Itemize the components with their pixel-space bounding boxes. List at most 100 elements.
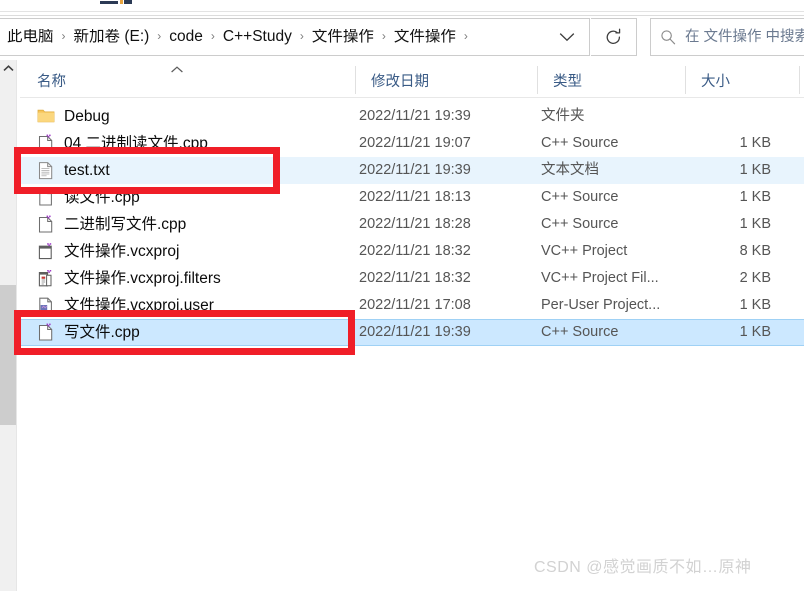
breadcrumb-separator-icon[interactable]: › bbox=[458, 30, 474, 42]
table-row[interactable]: 04 二进制读文件.cpp 2022/11/21 19:07 C++ Sourc… bbox=[20, 130, 804, 157]
maximize-accent-icon[interactable] bbox=[120, 0, 123, 4]
cpp-source-icon bbox=[37, 323, 55, 343]
file-name-cell[interactable]: 文件操作.vcxproj.user bbox=[37, 296, 214, 316]
file-size-cell: 1 KB bbox=[739, 135, 771, 152]
vertical-scrollbar[interactable] bbox=[0, 60, 17, 591]
file-list: Debug 2022/11/21 19:39 文件夹 04 二进制读文件.cpp… bbox=[20, 103, 804, 346]
column-header-type[interactable]: 类型 bbox=[553, 63, 582, 97]
address-history-dropdown-button[interactable] bbox=[545, 18, 589, 56]
scrollbar-thumb[interactable] bbox=[0, 285, 16, 425]
blank-file-icon bbox=[37, 188, 55, 208]
folder-icon bbox=[37, 107, 55, 127]
refresh-icon bbox=[606, 28, 621, 44]
file-type-cell: C++ Source bbox=[541, 216, 619, 233]
file-name-cell[interactable]: 二进制写文件.cpp bbox=[37, 215, 186, 235]
file-name-cell[interactable]: 文件操作.vcxproj.filters bbox=[37, 269, 221, 289]
file-type-cell: C++ Source bbox=[541, 135, 619, 152]
table-row[interactable]: 文件操作.vcxproj.user 2022/11/21 17:08 Per-U… bbox=[20, 292, 804, 319]
file-name-cell[interactable]: 04 二进制读文件.cpp bbox=[37, 134, 208, 154]
watermark: CSDN @感觉画质不如…原神 bbox=[534, 559, 752, 576]
file-name-cell[interactable]: 文件操作.vcxproj bbox=[37, 242, 179, 262]
file-name-cell[interactable]: 读文件.cpp bbox=[37, 188, 140, 208]
file-name-label: 二进制写文件.cpp bbox=[64, 215, 187, 233]
file-explorer-window: 此电脑 › 新加卷 (E:) › code › C++Study › 文件操作 … bbox=[0, 0, 804, 591]
file-size-cell: 1 KB bbox=[739, 324, 771, 341]
table-row[interactable]: 文件操作.vcxproj 2022/11/21 18:32 VC++ Proje… bbox=[20, 238, 804, 265]
file-name-label: test.txt bbox=[64, 161, 110, 179]
file-type-cell: Per-User Project... bbox=[541, 297, 661, 314]
file-name-label: 文件操作.vcxproj bbox=[64, 242, 180, 260]
file-type-cell: C++ Source bbox=[541, 324, 619, 341]
table-row[interactable]: test.txt 2022/11/21 19:39 文本文档 1 KB bbox=[20, 157, 804, 184]
breadcrumb-item-code[interactable]: code bbox=[167, 29, 205, 45]
file-type-cell: C++ Source bbox=[541, 189, 619, 206]
breadcrumb-item-this-pc[interactable]: 此电脑 bbox=[5, 29, 56, 45]
file-size-cell: 2 KB bbox=[739, 270, 771, 287]
file-date-cell: 2022/11/21 17:08 bbox=[359, 297, 471, 314]
search-icon-wrapper bbox=[651, 29, 685, 45]
file-name-label: 04 二进制读文件.cpp bbox=[64, 134, 208, 152]
breadcrumb-item-file-ops-2[interactable]: 文件操作 bbox=[392, 29, 458, 45]
column-divider[interactable] bbox=[355, 66, 356, 94]
search-box[interactable]: 在 文件操作 中搜索 bbox=[650, 18, 804, 56]
breadcrumb-separator-icon[interactable]: › bbox=[205, 30, 221, 42]
column-header-name[interactable]: 名称 bbox=[37, 63, 66, 97]
minimize-icon[interactable] bbox=[100, 1, 118, 4]
address-bar[interactable]: 此电脑 › 新加卷 (E:) › code › C++Study › 文件操作 … bbox=[0, 18, 590, 56]
window-chrome-sliver bbox=[0, 0, 804, 11]
cpp-source-icon bbox=[37, 134, 55, 154]
file-date-cell: 2022/11/21 19:39 bbox=[359, 324, 471, 341]
cpp-source-icon bbox=[37, 215, 55, 235]
address-bar-row: 此电脑 › 新加卷 (E:) › code › C++Study › 文件操作 … bbox=[0, 16, 804, 58]
vcxproj-icon bbox=[37, 242, 55, 262]
file-date-cell: 2022/11/21 18:28 bbox=[359, 216, 471, 233]
file-name-label: Debug bbox=[64, 107, 110, 125]
file-type-cell: 文件夹 bbox=[541, 108, 585, 125]
column-divider[interactable] bbox=[537, 66, 538, 94]
file-name-cell[interactable]: 写文件.cpp bbox=[37, 323, 140, 343]
file-size-cell: 1 KB bbox=[739, 216, 771, 233]
maximize-icon[interactable] bbox=[124, 0, 132, 4]
file-date-cell: 2022/11/21 19:39 bbox=[359, 108, 471, 125]
breadcrumb-separator-icon[interactable]: › bbox=[294, 30, 310, 42]
file-date-cell: 2022/11/21 18:32 bbox=[359, 270, 471, 287]
vcxproj-filters-icon bbox=[37, 269, 55, 289]
breadcrumb-item-cpp-study[interactable]: C++Study bbox=[221, 29, 294, 45]
breadcrumb-separator-icon[interactable]: › bbox=[56, 30, 72, 42]
file-date-cell: 2022/11/21 18:13 bbox=[359, 189, 471, 206]
breadcrumb-item-file-ops-1[interactable]: 文件操作 bbox=[310, 29, 376, 45]
file-name-cell[interactable]: Debug bbox=[37, 107, 110, 127]
table-row[interactable]: 读文件.cpp 2022/11/21 18:13 C++ Source 1 KB bbox=[20, 184, 804, 211]
column-divider[interactable] bbox=[685, 66, 686, 94]
table-row[interactable]: 二进制写文件.cpp 2022/11/21 18:28 C++ Source 1… bbox=[20, 211, 804, 238]
column-header-underline bbox=[20, 97, 804, 98]
file-name-label: 写文件.cpp bbox=[64, 323, 140, 341]
scroll-up-button[interactable] bbox=[0, 60, 16, 77]
search-input[interactable]: 在 文件操作 中搜索 bbox=[685, 30, 804, 45]
search-icon bbox=[661, 30, 676, 45]
table-row[interactable]: 文件操作.vcxproj.filters 2022/11/21 18:32 VC… bbox=[20, 265, 804, 292]
window-controls-partial[interactable] bbox=[100, 0, 132, 4]
file-name-cell[interactable]: test.txt bbox=[37, 161, 110, 181]
column-header-date-modified[interactable]: 修改日期 bbox=[371, 63, 429, 97]
file-name-label: 文件操作.vcxproj.filters bbox=[64, 269, 221, 287]
file-type-cell: 文本文档 bbox=[541, 162, 599, 179]
file-type-cell: VC++ Project Fil... bbox=[541, 270, 659, 287]
breadcrumb-item-volume-e[interactable]: 新加卷 (E:) bbox=[72, 29, 152, 45]
chevron-down-icon bbox=[559, 33, 575, 42]
table-row[interactable]: Debug 2022/11/21 19:39 文件夹 bbox=[20, 103, 804, 130]
column-header-size[interactable]: 大小 bbox=[701, 63, 730, 97]
chevron-up-icon bbox=[2, 65, 14, 71]
file-type-cell: VC++ Project bbox=[541, 243, 628, 260]
file-size-cell: 1 KB bbox=[739, 162, 771, 179]
breadcrumb-separator-icon[interactable]: › bbox=[151, 30, 167, 42]
file-size-cell: 8 KB bbox=[739, 243, 771, 260]
text-document-icon bbox=[37, 161, 55, 181]
refresh-button[interactable] bbox=[591, 18, 637, 56]
file-name-label: 文件操作.vcxproj.user bbox=[64, 296, 214, 314]
breadcrumb-separator-icon[interactable]: › bbox=[376, 30, 392, 42]
table-row[interactable]: 写文件.cpp 2022/11/21 19:39 C++ Source 1 KB bbox=[20, 319, 804, 346]
chrome-divider-top bbox=[0, 11, 804, 12]
file-size-cell: 1 KB bbox=[739, 297, 771, 314]
column-divider[interactable] bbox=[799, 66, 800, 94]
